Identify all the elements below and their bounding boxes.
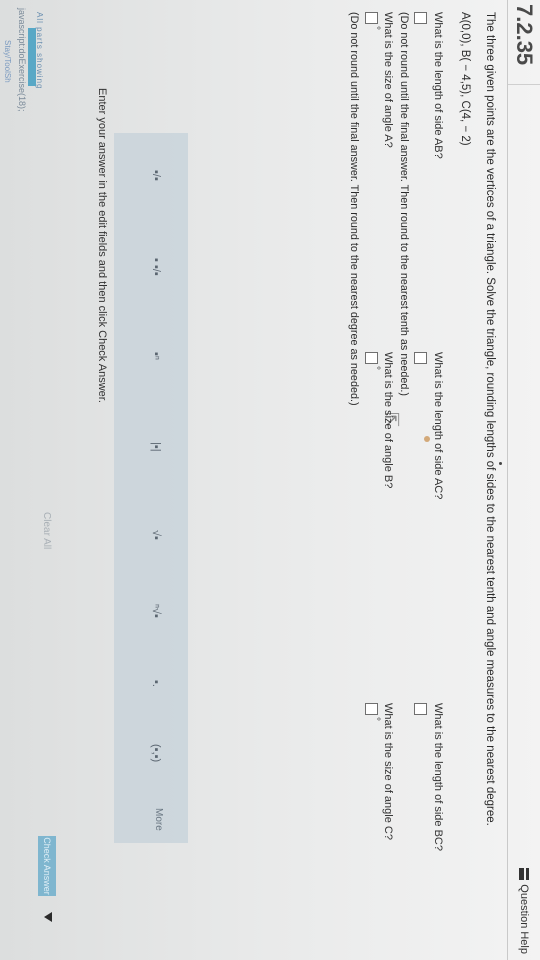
check-answer-button[interactable]: Check Answer xyxy=(38,836,56,896)
exercise-page: 7.2.35 Question Help The three given poi… xyxy=(0,0,540,960)
header-divider xyxy=(508,84,540,85)
answer-ab-field[interactable] xyxy=(414,12,427,24)
degree-symbol-a: ° xyxy=(370,26,381,30)
answer-angle-b-field[interactable] xyxy=(365,352,378,364)
problem-number: 7.2.35 xyxy=(512,4,537,66)
triangle-down-icon[interactable] xyxy=(44,912,52,922)
answer-ac-field[interactable] xyxy=(414,352,427,364)
cursor-dot xyxy=(499,462,502,465)
vertex-points: A(0,0), B( − 4,5), C(4, − 2) xyxy=(459,12,471,146)
exponent-tool-button[interactable]: ▪ⁿ xyxy=(150,352,162,360)
rounding-note-tenth: (Do not round until the final answer. Th… xyxy=(398,12,410,396)
answer-angle-c-field[interactable] xyxy=(365,703,378,715)
rounding-note-degree: (Do not round until the final answer. Th… xyxy=(348,12,360,406)
question-angle-a: What is the size of angle A? xyxy=(382,12,394,148)
question-angle-c: What is the size of angle C? xyxy=(382,703,394,840)
question-ac: What is the length of side AC? xyxy=(432,352,444,500)
math-toolbar xyxy=(114,133,188,843)
answer-bc-field[interactable] xyxy=(414,703,427,715)
glare-dot xyxy=(424,436,430,442)
instructions-text: Enter your answer in the edit fields and… xyxy=(96,88,108,403)
question-bc: What is the length of side BC? xyxy=(432,703,444,851)
square-root-tool-button[interactable]: √▪ xyxy=(150,530,162,540)
status-link[interactable]: Stay/ToolSh xyxy=(3,40,12,83)
problem-intro: The three given points are the vertices … xyxy=(484,12,496,826)
absolute-value-tool-button[interactable]: |▪| xyxy=(150,442,162,452)
menu-icon xyxy=(519,868,529,881)
nth-root-tool-button[interactable]: ⁿ√▪ xyxy=(150,604,162,618)
all-parts-showing: All parts showing xyxy=(35,12,44,90)
header-rule xyxy=(507,0,508,960)
degree-symbol-b: ° xyxy=(370,366,381,370)
question-ab: What is the length of side AB? xyxy=(432,12,444,159)
photographed-screen: 7.2.35 Question Help The three given poi… xyxy=(0,0,540,960)
more-tools-button[interactable]: More xyxy=(153,808,164,831)
answer-angle-a-field[interactable] xyxy=(365,12,378,24)
fraction-tool-button[interactable]: ▪/▪ xyxy=(150,170,162,181)
clear-all-button[interactable]: Clear All xyxy=(41,512,52,549)
question-help-button[interactable]: Question Help xyxy=(518,868,530,954)
question-angle-b: What is the size of angle B? xyxy=(382,352,394,489)
mixed-number-tool-button[interactable]: ▪ ▪/▪ xyxy=(150,258,162,276)
status-js-link[interactable]: javascript:doExercise(18); xyxy=(17,8,27,112)
ordered-pair-tool-button[interactable]: (▪,▪) xyxy=(150,744,162,762)
decimal-tool-button[interactable]: ▪. xyxy=(150,680,162,687)
question-help-label: Question Help xyxy=(518,884,530,954)
degree-symbol-c: ° xyxy=(370,717,381,721)
parts-progress-bar xyxy=(28,28,36,86)
